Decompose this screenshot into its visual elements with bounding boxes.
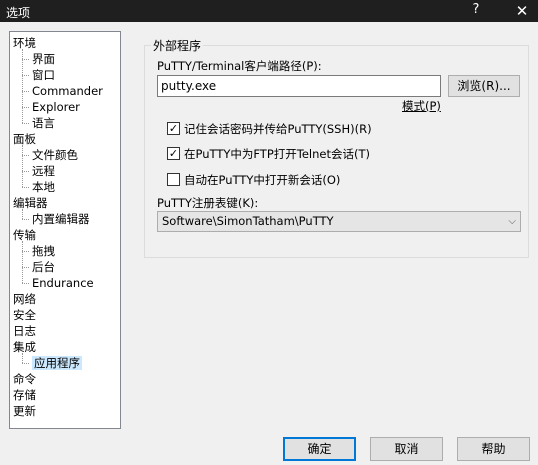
tree-category[interactable]: 更新	[13, 403, 36, 419]
help-button[interactable]: 帮助	[457, 437, 530, 461]
browse-button[interactable]: 浏览(R)...	[448, 75, 520, 97]
tree-category[interactable]: 集成	[13, 339, 36, 355]
cancel-button[interactable]: 取消	[370, 437, 443, 461]
tree-subitem[interactable]: 界面	[32, 51, 55, 67]
chevron-down-icon[interactable]: ⌵	[508, 212, 516, 231]
tree-category[interactable]: 命令	[13, 371, 36, 387]
tree-item-label: 内置编辑器	[32, 212, 90, 226]
tree-subitem[interactable]: 内置编辑器	[32, 211, 90, 227]
tree-guide-line	[22, 283, 29, 284]
tree-guide-line	[22, 59, 29, 60]
tree-guide-line	[22, 219, 29, 220]
tree-item-label: 命令	[13, 372, 36, 386]
tree-guide-line	[22, 251, 29, 252]
checkbox-label: 自动在PuTTY中打开新会话(O)	[184, 173, 341, 187]
checkbox-box[interactable]: ✓	[167, 147, 180, 160]
tree-item-label: 拖拽	[32, 244, 55, 258]
window-title: 选项	[6, 6, 31, 20]
tree-item-label: Commander	[32, 84, 103, 98]
tree-item-label: Explorer	[32, 100, 80, 114]
tree-guide-line	[22, 171, 29, 172]
tree-subitem[interactable]: Explorer	[32, 99, 80, 115]
tree-guide-line	[22, 123, 29, 124]
registry-key-combo[interactable]: Software\SimonTatham\PuTTY ⌵	[157, 211, 521, 232]
check-icon: ✓	[168, 122, 179, 135]
tree-subitem[interactable]: 语言	[32, 115, 55, 131]
tree-subitem[interactable]: 后台	[32, 259, 55, 275]
tree-subitem[interactable]: Commander	[32, 83, 103, 99]
checkbox-label: 记住会话密码并传给PuTTY(SSH)(R)	[184, 122, 372, 136]
ok-button[interactable]: 确定	[283, 437, 356, 461]
tree-subitem[interactable]: 拖拽	[32, 243, 55, 259]
tree-item-label: 编辑器	[13, 196, 48, 210]
tree-item-label: 面板	[13, 132, 36, 146]
close-icon[interactable]: ✕	[508, 0, 536, 22]
tree-guide-line	[22, 267, 29, 268]
tree-guide-line	[22, 107, 29, 108]
tree-item-label: 安全	[13, 308, 36, 322]
tree-guide-line	[22, 91, 29, 92]
tree-item-label: 本地	[32, 180, 55, 194]
tree-item-label: 界面	[32, 52, 55, 66]
tree-guide-line	[22, 145, 23, 187]
tree-guide-line	[22, 363, 29, 364]
pattern-link[interactable]: 模式(P)	[402, 98, 441, 114]
check-icon: ✓	[168, 147, 179, 160]
tree-guide-line	[22, 75, 29, 76]
tree-category[interactable]: 安全	[13, 307, 36, 323]
checkbox-label: 在PuTTY中为FTP打开Telnet会话(T)	[184, 147, 370, 161]
tree-subitem[interactable]: 本地	[32, 179, 55, 195]
options-tree[interactable]: 环境界面窗口 Commander Explorer 语言面板文件颜色远程本地编辑器内置…	[9, 31, 121, 429]
tree-item-label: 应用程序	[32, 356, 82, 370]
tree-item-label: 传输	[13, 228, 36, 242]
tree-item-label: 网络	[13, 292, 36, 306]
checkbox-box[interactable]	[167, 173, 180, 186]
tree-subitem[interactable]: 文件颜色	[32, 147, 78, 163]
tree-subitem[interactable]: 远程	[32, 163, 55, 179]
tree-guide-line	[22, 209, 23, 219]
tree-guide-line	[22, 187, 29, 188]
tree-item-label: 更新	[13, 404, 36, 418]
group-title: 外部程序	[151, 37, 204, 54]
tree-item-label: 存储	[13, 388, 36, 402]
tree-item-label: 集成	[13, 340, 36, 354]
tree-guide-line	[22, 49, 23, 123]
tree-item-label: 远程	[32, 164, 55, 178]
title-bar: 选项 ? ✕	[0, 0, 538, 22]
tree-subitem[interactable]: 应用程序	[32, 355, 82, 371]
tree-category[interactable]: 编辑器	[13, 195, 48, 211]
tree-item-label: 环境	[13, 36, 36, 50]
checkbox-box[interactable]: ✓	[167, 122, 180, 135]
tree-guide-line	[22, 241, 23, 283]
help-icon[interactable]: ?	[466, 2, 486, 20]
tree-subitem[interactable]: Endurance	[32, 275, 94, 291]
tree-item-label: 语言	[32, 116, 55, 130]
tree-category[interactable]: 存储	[13, 387, 36, 403]
registry-key-label: PuTTY注册表键(K):	[157, 196, 259, 210]
tree-guide-line	[22, 155, 29, 156]
tree-category[interactable]: 传输	[13, 227, 36, 243]
tree-guide-line	[22, 353, 23, 363]
tree-category[interactable]: 网络	[13, 291, 36, 307]
putty-path-label: PuTTY/Terminal客户端路径(P):	[157, 59, 322, 73]
tree-subitem[interactable]: 窗口	[32, 67, 55, 83]
tree-item-label: 日志	[13, 324, 36, 338]
tree-item-label: Endurance	[32, 276, 94, 290]
tree-item-label: 后台	[32, 260, 55, 274]
tree-category[interactable]: 面板	[13, 131, 36, 147]
tree-item-label: 窗口	[32, 68, 55, 82]
tree-item-label: 文件颜色	[32, 148, 78, 162]
tree-category[interactable]: 环境	[13, 35, 36, 51]
putty-path-input[interactable]: putty.exe	[157, 75, 441, 97]
registry-key-value: Software\SimonTatham\PuTTY	[162, 214, 334, 228]
tree-category[interactable]: 日志	[13, 323, 36, 339]
